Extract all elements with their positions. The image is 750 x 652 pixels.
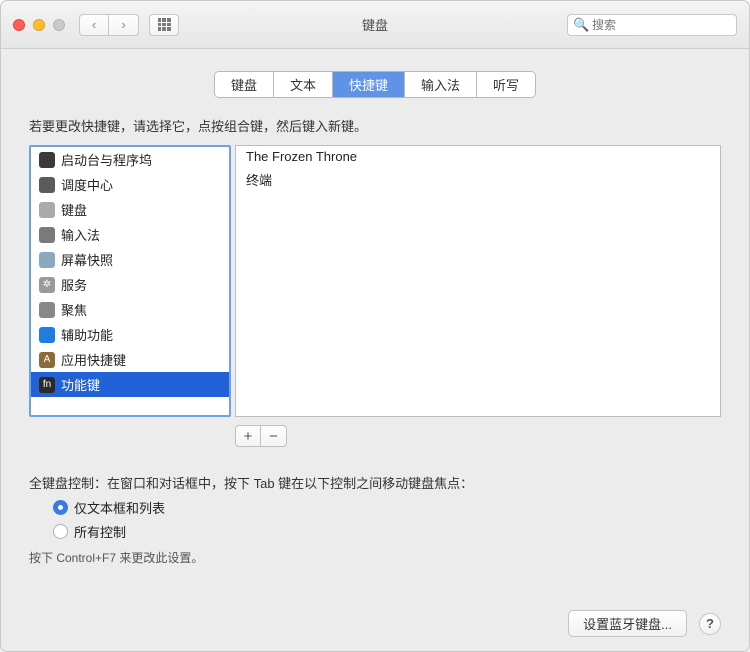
category-icon bbox=[39, 252, 55, 268]
category-label: 辅助功能 bbox=[61, 325, 113, 344]
category-item[interactable]: 屏幕快照 bbox=[31, 247, 229, 272]
category-label: 服务 bbox=[61, 275, 87, 294]
category-label: 调度中心 bbox=[61, 175, 113, 194]
tab-4[interactable]: 听写 bbox=[476, 72, 535, 97]
radio-label: 仅文本框和列表 bbox=[74, 498, 165, 517]
category-item[interactable]: fn 功能键 bbox=[31, 372, 229, 397]
category-label: 应用快捷键 bbox=[61, 350, 126, 369]
help-button[interactable]: ? bbox=[699, 613, 721, 635]
tab-3[interactable]: 输入法 bbox=[404, 72, 476, 97]
category-icon bbox=[39, 177, 55, 193]
category-item[interactable]: A 应用快捷键 bbox=[31, 347, 229, 372]
tab-0[interactable]: 键盘 bbox=[215, 72, 273, 97]
minimize-icon[interactable] bbox=[33, 19, 45, 31]
category-label: 键盘 bbox=[61, 200, 87, 219]
shortcut-hint: 若要更改快捷键，请选择它，点按组合键，然后键入新键。 bbox=[29, 116, 721, 135]
category-label: 功能键 bbox=[61, 375, 100, 394]
category-label: 聚焦 bbox=[61, 300, 87, 319]
category-icon bbox=[39, 227, 55, 243]
category-icon bbox=[39, 302, 55, 318]
chevron-right-icon: › bbox=[121, 17, 125, 32]
radio-option[interactable]: 仅文本框和列表 bbox=[53, 498, 721, 517]
category-icon: ✲ bbox=[39, 277, 55, 293]
category-icon bbox=[39, 152, 55, 168]
shortcut-panes: 启动台与程序坞调度中心键盘输入法屏幕快照 ✲ 服务聚焦辅助功能 A 应用快捷键 fn 功能键… bbox=[29, 145, 721, 417]
category-icon: A bbox=[39, 352, 55, 368]
forward-button[interactable]: › bbox=[109, 14, 139, 36]
tab-bar: 键盘文本快捷键输入法听写 bbox=[29, 71, 721, 98]
category-list[interactable]: 启动台与程序坞调度中心键盘输入法屏幕快照 ✲ 服务聚焦辅助功能 A 应用快捷键 fn 功能键 bbox=[29, 145, 231, 417]
search-wrap: 🔍 bbox=[567, 14, 737, 36]
content: 键盘文本快捷键输入法听写 若要更改快捷键，请选择它，点按组合键，然后键入新键。 … bbox=[1, 49, 749, 651]
category-label: 启动台与程序坞 bbox=[61, 150, 152, 169]
radio-icon bbox=[53, 524, 68, 539]
remove-button[interactable]: − bbox=[261, 425, 287, 447]
category-item[interactable]: 调度中心 bbox=[31, 172, 229, 197]
preferences-window: ‹ › 键盘 🔍 键盘文本快捷键输入法听写 若要更改快捷键，请选择它，点按组合键… bbox=[0, 0, 750, 652]
tab-2[interactable]: 快捷键 bbox=[332, 72, 404, 97]
nav-back-forward: ‹ › bbox=[79, 14, 139, 36]
back-button[interactable]: ‹ bbox=[79, 14, 109, 36]
category-label: 输入法 bbox=[61, 225, 100, 244]
show-all-button[interactable] bbox=[149, 14, 179, 36]
full-keyboard-access-label: 全键盘控制：在窗口和对话框中，按下 Tab 键在以下控制之间移动键盘焦点： bbox=[29, 473, 721, 492]
category-item[interactable]: 聚焦 bbox=[31, 297, 229, 322]
footer: 设置蓝牙键盘... ? bbox=[29, 592, 721, 637]
titlebar: ‹ › 键盘 🔍 bbox=[1, 1, 749, 49]
add-remove-row: + − bbox=[235, 425, 721, 447]
chevron-left-icon: ‹ bbox=[92, 17, 96, 32]
radio-option[interactable]: 所有控制 bbox=[53, 522, 721, 541]
tab-1[interactable]: 文本 bbox=[273, 72, 332, 97]
category-icon bbox=[39, 202, 55, 218]
zoom-icon[interactable] bbox=[53, 19, 65, 31]
search-icon: 🔍 bbox=[573, 17, 589, 33]
category-icon bbox=[39, 327, 55, 343]
window-controls bbox=[13, 19, 65, 31]
full-keyboard-access: 全键盘控制：在窗口和对话框中，按下 Tab 键在以下控制之间移动键盘焦点： 仅文… bbox=[29, 473, 721, 566]
radio-label: 所有控制 bbox=[74, 522, 126, 541]
shortcut-item[interactable]: The Frozen Throne bbox=[236, 146, 720, 167]
category-label: 屏幕快照 bbox=[61, 250, 113, 269]
category-item[interactable]: 输入法 bbox=[31, 222, 229, 247]
category-item[interactable]: 辅助功能 bbox=[31, 322, 229, 347]
radio-icon bbox=[53, 500, 68, 515]
category-item[interactable]: 启动台与程序坞 bbox=[31, 147, 229, 172]
full-keyboard-access-subhint: 按下 Control+F7 来更改此设置。 bbox=[29, 549, 721, 566]
category-item[interactable]: 键盘 bbox=[31, 197, 229, 222]
shortcut-list[interactable]: The Frozen Throne终端 bbox=[235, 145, 721, 417]
shortcut-item[interactable]: 终端 bbox=[236, 167, 720, 192]
add-button[interactable]: + bbox=[235, 425, 261, 447]
category-icon: fn bbox=[39, 377, 55, 393]
category-item[interactable]: ✲ 服务 bbox=[31, 272, 229, 297]
close-icon[interactable] bbox=[13, 19, 25, 31]
grid-icon bbox=[158, 18, 171, 31]
bluetooth-keyboard-button[interactable]: 设置蓝牙键盘... bbox=[568, 610, 687, 637]
search-input[interactable] bbox=[567, 14, 737, 36]
